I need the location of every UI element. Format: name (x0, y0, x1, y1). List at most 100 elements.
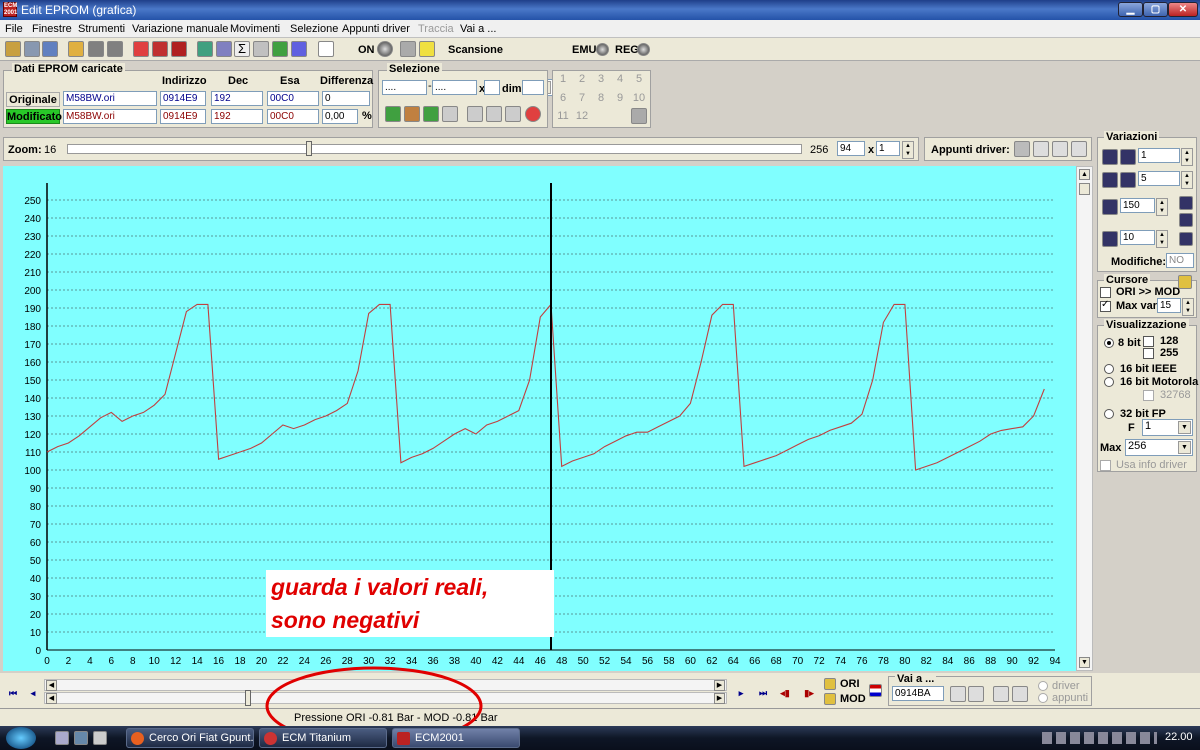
driver-radio[interactable] (1038, 681, 1048, 691)
print-icon[interactable] (253, 41, 269, 57)
usa-info-checkbox[interactable] (1100, 460, 1111, 471)
scroll-left-icon[interactable]: ◀ (46, 693, 57, 704)
zoom-mult-spin[interactable]: ▲ ▼ (902, 141, 914, 159)
mod-button[interactable]: MOD (840, 693, 866, 705)
compare-icon[interactable] (272, 41, 288, 57)
prev-icon[interactable]: ◂ (24, 684, 42, 702)
scroll-left-icon[interactable]: ◀ (46, 680, 57, 691)
open-folder-icon[interactable] (68, 41, 84, 57)
zoom-mult[interactable]: 1 (876, 141, 900, 156)
modificato-indirizzo[interactable]: 0914E9 (160, 109, 206, 124)
save-icon[interactable] (88, 41, 104, 57)
select-end-icon[interactable] (423, 106, 439, 122)
plus-five-icon[interactable] (1102, 172, 1118, 188)
clip-add-icon[interactable] (1052, 141, 1068, 157)
max-select[interactable]: 256 ▼ (1125, 439, 1193, 456)
hscroll-thumb[interactable] (245, 690, 251, 706)
mark-left-icon[interactable]: ◂▮ (776, 684, 794, 702)
start-orb-icon[interactable] (6, 727, 36, 749)
select-range-icon[interactable] (404, 106, 420, 122)
hold-icon[interactable] (1179, 213, 1193, 227)
task-browser[interactable]: Cerco Ori Fiat Gpunt... (126, 728, 254, 748)
paste-sel-icon[interactable] (486, 106, 502, 122)
clip-copy-icon[interactable] (1014, 141, 1030, 157)
selezione-x-input[interactable] (484, 80, 500, 95)
originale-dec[interactable]: 192 (211, 91, 263, 106)
tray-icons[interactable] (1042, 732, 1157, 744)
menu-selezione[interactable]: Selezione (290, 23, 338, 35)
map-icon[interactable] (171, 41, 187, 57)
select-all-icon[interactable] (442, 106, 458, 122)
scroll-right-icon[interactable]: ▶ (714, 680, 725, 691)
tool-icon[interactable] (93, 731, 107, 745)
lock-icon[interactable] (400, 41, 416, 57)
multiply-icon[interactable] (1179, 196, 1193, 210)
num-3[interactable]: 3 (592, 73, 610, 85)
menu-vai-a[interactable]: Vai a ... (460, 23, 496, 35)
reg-icon[interactable] (637, 43, 650, 56)
goto-next-icon[interactable] (968, 686, 984, 702)
task-ecm2001[interactable]: ECM2001 (392, 728, 520, 748)
plus-one-icon[interactable] (1102, 149, 1118, 165)
percent-icon[interactable] (1102, 231, 1118, 247)
scroll-right-icon[interactable]: ▶ (714, 693, 725, 704)
zoom-slider-track[interactable] (67, 141, 802, 156)
minus-five-icon[interactable] (1120, 172, 1136, 188)
modificato-differenza[interactable]: 0,00 (322, 109, 358, 124)
var3-input[interactable]: 150 (1120, 198, 1155, 213)
chart-vscroll[interactable]: ▲ ▼ (1076, 166, 1093, 671)
num-5[interactable]: 5 (630, 73, 648, 85)
var3-spin[interactable]: ▲ ▼ (1156, 198, 1168, 216)
copy-icon[interactable] (42, 41, 58, 57)
zoom-value[interactable]: 94 (837, 141, 865, 156)
num-12[interactable]: 12 (573, 110, 591, 122)
first-icon[interactable]: ⏮ (4, 684, 22, 702)
undo-icon[interactable] (1179, 232, 1193, 246)
radio-32bit-fp[interactable] (1104, 409, 1114, 419)
menu-traccia[interactable]: Traccia (418, 23, 454, 35)
num-11[interactable]: 11 (554, 110, 572, 122)
flag-icon[interactable] (869, 684, 882, 697)
next-icon[interactable]: ▸ (732, 684, 750, 702)
clear-sel-icon[interactable] (505, 106, 521, 122)
vscroll-thumb[interactable] (1079, 183, 1090, 195)
ori-mod-checkbox[interactable] (1100, 287, 1111, 298)
originale-esa[interactable]: 00C0 (267, 91, 319, 106)
checksum-icon[interactable] (152, 41, 168, 57)
originale-differenza[interactable]: 0 (322, 91, 370, 106)
menu-file[interactable]: File (5, 23, 23, 35)
goto-prev-icon[interactable] (950, 686, 966, 702)
var1-input[interactable]: 1 (1138, 148, 1180, 163)
var2-spin[interactable]: ▲ ▼ (1181, 171, 1193, 189)
num-8[interactable]: 8 (592, 92, 610, 104)
vai-a-input[interactable]: 0914BA (892, 686, 944, 701)
task-ecm-titanium[interactable]: ECM Titanium (259, 728, 387, 748)
run-icon[interactable] (419, 41, 435, 57)
modificato-dec[interactable]: 192 (211, 109, 263, 124)
originale-indirizzo[interactable]: 0914E9 (160, 91, 206, 106)
probe-icon[interactable] (377, 41, 393, 57)
num-2[interactable]: 2 (573, 73, 591, 85)
window-icon[interactable] (318, 41, 334, 57)
modificato-esa[interactable]: 00C0 (267, 109, 319, 124)
menu-strumenti[interactable]: Strumenti (78, 23, 125, 35)
goto-back-icon[interactable] (993, 686, 1009, 702)
menu-finestre[interactable]: Finestre (32, 23, 72, 35)
menu-movimenti[interactable]: Movimenti (230, 23, 280, 35)
originale-file[interactable]: M58BW.ori (63, 91, 157, 106)
var4-input[interactable]: 10 (1120, 230, 1155, 245)
modificato-file[interactable]: M58BW.ori (63, 109, 157, 124)
var1-spin[interactable]: ▲ ▼ (1181, 148, 1193, 166)
ori-button[interactable]: ORI (840, 678, 860, 690)
num-6[interactable]: 6 (554, 92, 572, 104)
num-9[interactable]: 9 (611, 92, 629, 104)
maximize-button[interactable]: ▢ (1143, 2, 1168, 17)
check-icon[interactable] (133, 41, 149, 57)
show-desktop-icon[interactable] (55, 731, 69, 745)
emu-icon[interactable] (596, 43, 609, 56)
zoom-slider-thumb[interactable] (306, 141, 312, 156)
close-button[interactable]: ✕ (1168, 2, 1198, 17)
scroll-up-icon[interactable]: ▲ (1079, 169, 1090, 180)
keypad-icon[interactable] (631, 108, 647, 124)
save-as-icon[interactable] (107, 41, 123, 57)
